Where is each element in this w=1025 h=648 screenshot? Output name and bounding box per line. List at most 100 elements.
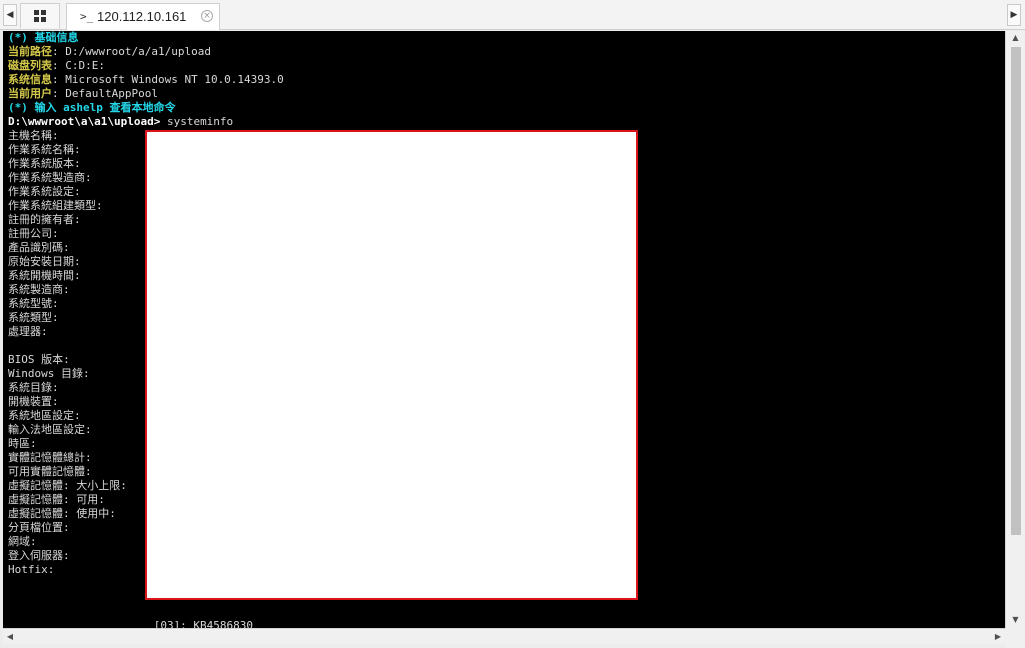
terminal-line: 作業系統製造商: [8, 171, 92, 184]
terminal-line: 作業系統名稱: [8, 143, 81, 156]
terminal-line: 作業系統組建類型: [8, 199, 103, 212]
terminal-segment: 系統地區設定: [8, 409, 81, 422]
terminal-segment: 系統型號: [8, 297, 59, 310]
terminal-line: 處理器: [8, 325, 48, 338]
terminal-line: 磁盘列表: C:D:E: [8, 59, 105, 72]
terminal-segment: systeminfo [160, 115, 234, 128]
terminal-segment: 產品識別碼: [8, 241, 70, 254]
terminal-segment: 登入伺服器: [8, 549, 70, 562]
terminal-line: 虛擬記憶體: 可用: [8, 493, 105, 506]
terminal-segment: 系統類型: [8, 311, 59, 324]
terminal-segment: : D:/wwwroot/a/a1/upload [52, 45, 211, 58]
terminal-segment: 輸入法地區設定: [8, 423, 92, 436]
terminal-line: 系統類型: [8, 311, 59, 324]
terminal-segment: [03]: KB4586830 [8, 619, 254, 628]
chevron-left-icon: ◀ [6, 10, 14, 20]
terminal-segment: BIOS 版本: [8, 353, 70, 366]
scroll-down-icon[interactable]: ▼ [1006, 613, 1025, 627]
terminal-line: 虛擬記憶體: 大小上限: [8, 479, 127, 492]
terminal-line: Hotfix: [8, 563, 54, 576]
terminal-segment: 当前用户 [8, 87, 52, 100]
terminal-segment: 作業系統名稱: [8, 143, 81, 156]
terminal-line: 当前路径: D:/wwwroot/a/a1/upload [8, 45, 211, 58]
terminal-segment: 虛擬記憶體: 可用: [8, 493, 105, 506]
terminal-line: 分頁檔位置: [8, 521, 70, 534]
scroll-right-icon[interactable]: ▶ [991, 629, 1005, 644]
grid-icon [34, 10, 46, 22]
terminal-segment: (*) 基础信息 [8, 31, 79, 44]
terminal-segment: 系统信息 [8, 73, 52, 86]
terminal-line: 可用實體記憶體: [8, 465, 92, 478]
tab-bar: ◀ >_ 120.112.10.161 × ▶ [0, 0, 1025, 30]
terminal-segment: 原始安裝日期: [8, 255, 81, 268]
terminal-line: 註冊的擁有者: [8, 213, 81, 226]
terminal-segment: 虛擬記憶體: 使用中: [8, 507, 116, 520]
chevron-right-icon: ▶ [1010, 10, 1018, 20]
scroll-left-icon[interactable]: ◀ [3, 629, 17, 644]
terminal-segment: 磁盘列表 [8, 59, 52, 72]
terminal-line: 輸入法地區設定: [8, 423, 92, 436]
terminal-segment: 註冊公司: [8, 227, 59, 240]
close-tab-icon[interactable]: × [201, 10, 213, 22]
horizontal-scrollbar[interactable]: ◀ ▶ [3, 628, 1005, 644]
terminal-line: 原始安裝日期: [8, 255, 81, 268]
terminal-segment: 作業系統設定: [8, 185, 81, 198]
terminal-line: 網域: [8, 535, 37, 548]
terminal-line: 系統目錄: [8, 381, 59, 394]
tab-scroll-right-button[interactable]: ▶ [1007, 4, 1021, 26]
terminal-line: 開機裝置: [8, 395, 59, 408]
terminal-line: 系統製造商: [8, 283, 70, 296]
terminal-line: 作業系統設定: [8, 185, 81, 198]
terminal-line: 系统信息: Microsoft Windows NT 10.0.14393.0 [8, 73, 284, 86]
terminal-icon: >_ [80, 10, 94, 23]
terminal-segment: 系統開機時間: [8, 269, 81, 282]
terminal-line: 系統地區設定: [8, 409, 81, 422]
terminal-segment: Windows 目錄: [8, 367, 90, 380]
terminal-segment: 虛擬記憶體: 大小上限: [8, 479, 127, 492]
vertical-scrollbar[interactable]: ▲ ▼ [1005, 31, 1025, 628]
tab-title: 120.112.10.161 [97, 9, 187, 24]
terminal-segment: 分頁檔位置: [8, 521, 70, 534]
terminal-line: (*) 基础信息 [8, 31, 79, 44]
terminal-segment: 實體記憶體總計: [8, 451, 92, 464]
redaction-box [145, 130, 638, 600]
terminal-segment: D:\wwwroot\a\a1\upload> [8, 115, 161, 128]
terminal-line: 註冊公司: [8, 227, 59, 240]
terminal-segment: (*) 输入 ashelp 查看本地命令 [8, 101, 176, 114]
terminal-line: 登入伺服器: [8, 549, 70, 562]
terminal-segment: : DefaultAppPool [52, 87, 158, 100]
terminal-segment: Hotfix: [8, 563, 55, 576]
terminal-line: 虛擬記憶體: 使用中: [8, 507, 116, 520]
terminal-segment: 作業系統組建類型: [8, 199, 103, 212]
vertical-scroll-thumb[interactable] [1011, 47, 1021, 535]
terminal-segment: 系統目錄: [8, 381, 59, 394]
terminal-segment: 当前路径 [8, 45, 52, 58]
terminal-line: 產品識別碼: [8, 241, 70, 254]
terminal-line: D:\wwwroot\a\a1\upload> systeminfo [8, 115, 233, 128]
terminal-segment: 作業系統版本: [8, 157, 81, 170]
terminal-line: (*) 输入 ashelp 查看本地命令 [8, 101, 175, 114]
terminal-line: 当前用户: DefaultAppPool [8, 87, 158, 100]
terminal-line: Windows 目錄: [8, 367, 90, 380]
terminal-line: 系統開機時間: [8, 269, 81, 282]
terminal-segment: 可用實體記憶體: [8, 465, 92, 478]
terminal-segment: 系統製造商: [8, 283, 70, 296]
terminal-segment: 時區: [8, 437, 37, 450]
terminal-line: 作業系統版本: [8, 157, 81, 170]
terminal-segment: : Microsoft Windows NT 10.0.14393.0 [52, 73, 284, 86]
terminal-line: BIOS 版本: [8, 353, 70, 366]
terminal-line: 主機名稱: [8, 129, 59, 142]
tab-overview-button[interactable] [20, 3, 60, 28]
terminal-segment: 開機裝置: [8, 395, 59, 408]
terminal-line: 實體記憶體總計: [8, 451, 92, 464]
terminal-segment: 處理器: [8, 325, 48, 338]
tab-scroll-left-button[interactable]: ◀ [3, 4, 17, 26]
terminal-line: 時區: [8, 437, 37, 450]
terminal-line: 系統型號: [8, 297, 59, 310]
terminal-segment: 網域: [8, 535, 37, 548]
scrollbar-corner [1005, 628, 1025, 648]
scroll-up-icon[interactable]: ▲ [1006, 31, 1025, 45]
terminal-segment: 主機名稱: [8, 129, 59, 142]
tab-terminal-session[interactable]: >_ 120.112.10.161 × [66, 3, 220, 30]
terminal-line: [03]: KB4586830 [8, 619, 253, 628]
